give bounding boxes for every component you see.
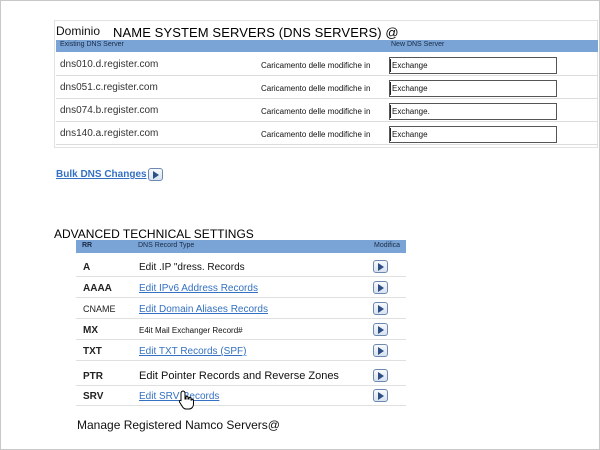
arrow-right-icon[interactable]	[373, 302, 388, 315]
text-caret	[390, 128, 391, 141]
rr-type: PTR	[83, 371, 103, 382]
header-record-type: DNS Record Type	[138, 242, 195, 249]
dns-row: dns140.a.register.com Caricamento delle …	[56, 123, 598, 145]
new-dns-input[interactable]: Exchange.	[389, 103, 557, 120]
rr-type: TXT	[83, 346, 102, 357]
header-rr: RR	[82, 242, 93, 249]
status-text: Caricamento delle modifiche in	[261, 107, 371, 116]
record-row-srv: SRV Edit SRV Records	[76, 386, 406, 406]
records-table-header: RR DNS Record Type Modifica	[76, 240, 406, 253]
new-dns-value: Exchange	[392, 84, 428, 93]
dns-row: dns051.c.register.com Caricamento delle …	[56, 77, 598, 99]
rr-type: A	[83, 262, 91, 273]
status-text: Caricamento delle modifiche in	[261, 130, 371, 139]
record-row-mx: MX E4it Mail Exchanger Record#	[76, 320, 406, 340]
arrow-right-icon[interactable]	[373, 323, 388, 336]
edit-a-records-link[interactable]: Edit .IP "dress. Records	[139, 262, 245, 273]
record-row-ptr: PTR Edit Pointer Records and Reverse Zon…	[76, 366, 406, 386]
record-row-aaaa: AAAA Edit IPv6 Address Records	[76, 278, 406, 298]
record-row-cname: CNAME Edit Domain Aliases Records	[76, 299, 406, 319]
new-dns-input[interactable]: Exchange	[389, 126, 557, 143]
arrow-right-icon[interactable]	[373, 281, 388, 294]
arrow-right-icon[interactable]	[148, 168, 163, 181]
dns-table-header: Existing DNS Server New DNS Server	[56, 40, 598, 52]
edit-ptr-records-link[interactable]: Edit Pointer Records and Reverse Zones	[139, 370, 339, 382]
bulk-dns-changes-link[interactable]: Bulk DNS Changes	[56, 169, 147, 180]
record-row-txt: TXT Edit TXT Records (SPF)	[76, 341, 406, 361]
hand-pointer-icon	[178, 390, 194, 415]
status-text: Caricamento delle modifiche in	[261, 61, 371, 70]
header-modify: Modifica	[374, 242, 401, 249]
record-row-a: A Edit .IP "dress. Records	[76, 257, 406, 277]
new-dns-value: Exchange	[392, 61, 428, 70]
dns-section-title: NAME SYSTEM SERVERS (DNS SERVERS) @	[113, 25, 399, 40]
rr-type: AAAA	[83, 283, 112, 294]
arrow-right-icon[interactable]	[373, 369, 388, 382]
existing-dns-server: dns051.c.register.com	[60, 82, 158, 93]
header-existing-dns: Existing DNS Server	[60, 41, 124, 48]
existing-dns-server: dns140.a.register.com	[60, 128, 159, 139]
existing-dns-server: dns010.d.register.com	[60, 59, 159, 70]
edit-mx-records-link[interactable]: E4it Mail Exchanger Record#	[139, 326, 243, 335]
existing-dns-server: dns074.b.register.com	[60, 105, 159, 116]
text-caret	[390, 105, 391, 118]
status-text: Caricamento delle modifiche in	[261, 84, 371, 93]
header-new-dns: New DNS Server	[391, 41, 445, 48]
arrow-right-icon[interactable]	[373, 389, 388, 402]
edit-txt-records-link[interactable]: Edit TXT Records (SPF)	[139, 346, 246, 357]
edit-cname-records-link[interactable]: Edit Domain Aliases Records	[139, 304, 268, 315]
new-dns-input[interactable]: Exchange	[389, 57, 557, 74]
text-caret	[390, 82, 391, 95]
new-dns-value: Exchange	[392, 130, 428, 139]
text-caret	[390, 59, 391, 72]
new-dns-value: Exchange.	[392, 107, 430, 116]
arrow-right-icon[interactable]	[373, 344, 388, 357]
advanced-settings-title: ADVANCED TECHNICAL SETTINGS	[54, 227, 254, 241]
rr-type: SRV	[83, 391, 104, 402]
arrow-right-icon[interactable]	[373, 260, 388, 273]
rr-type: MX	[83, 325, 98, 336]
dns-row: dns010.d.register.com Caricamento delle …	[56, 54, 598, 76]
domain-label: Dominio	[56, 24, 101, 38]
dns-row: dns074.b.register.com Caricamento delle …	[56, 100, 598, 122]
manage-registered-servers-text: Manage Registered Namco Servers@	[77, 418, 280, 432]
rr-type: CNAME	[83, 304, 116, 314]
new-dns-input[interactable]: Exchange	[389, 80, 557, 97]
edit-aaaa-records-link[interactable]: Edit IPv6 Address Records	[139, 283, 258, 294]
